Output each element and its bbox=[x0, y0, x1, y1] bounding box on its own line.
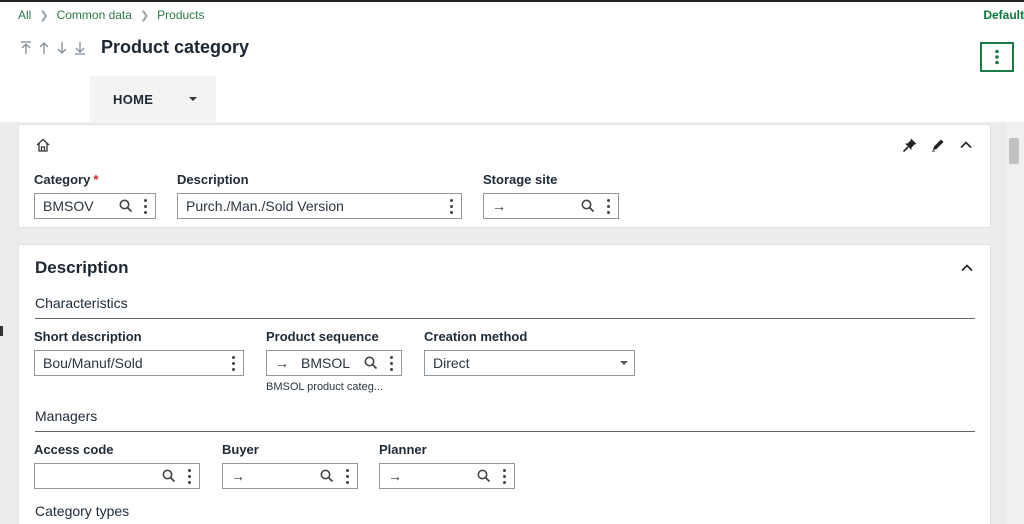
category-types-heading: Category types bbox=[35, 503, 130, 519]
more-actions-button[interactable] bbox=[980, 42, 1014, 72]
short-description-value: Bou/Manuf/Sold bbox=[43, 355, 143, 371]
planner-field[interactable]: → bbox=[379, 463, 515, 489]
caret-down-icon bbox=[620, 361, 628, 365]
default-link[interactable]: Default bbox=[983, 8, 1024, 22]
field-menu-icon[interactable] bbox=[448, 197, 454, 215]
arrow-right-icon: → bbox=[275, 355, 289, 371]
category-label: Category * bbox=[34, 172, 98, 187]
search-icon[interactable] bbox=[162, 469, 176, 483]
planner-label: Planner bbox=[379, 442, 427, 457]
pin-icon[interactable] bbox=[902, 137, 918, 153]
breadcrumb: All ❯ Common data ❯ Products bbox=[18, 8, 205, 22]
category-value: BMSOV bbox=[43, 198, 94, 214]
last-icon[interactable] bbox=[74, 40, 86, 56]
storage-site-label: Storage site bbox=[483, 172, 558, 187]
chevron-right-icon: ❯ bbox=[39, 9, 49, 22]
description-label: Description bbox=[177, 172, 249, 187]
creation-method-label: Creation method bbox=[424, 329, 528, 344]
field-menu-icon[interactable] bbox=[501, 467, 507, 485]
header-card: Category * BMSOV Description Purch./Man./… bbox=[18, 124, 991, 228]
field-menu-icon[interactable] bbox=[230, 354, 236, 372]
managers-heading: Managers bbox=[35, 408, 98, 424]
chevron-up-icon[interactable] bbox=[958, 137, 974, 153]
arrow-right-icon: → bbox=[492, 198, 506, 214]
product-sequence-value: BMSOL bbox=[301, 355, 351, 371]
search-icon[interactable] bbox=[320, 469, 334, 483]
vertical-scrollbar[interactable] bbox=[1006, 122, 1024, 524]
search-icon[interactable] bbox=[581, 199, 595, 213]
field-menu-icon[interactable] bbox=[186, 467, 192, 485]
search-icon[interactable] bbox=[477, 469, 491, 483]
creation-method-value: Direct bbox=[433, 355, 470, 371]
category-label-text: Category bbox=[34, 172, 91, 187]
edit-icon[interactable] bbox=[930, 137, 946, 153]
description-value: Purch./Man./Sold Version bbox=[186, 198, 344, 214]
caret-down-icon[interactable] bbox=[189, 97, 197, 101]
description-section: Description Characteristics Short descri… bbox=[18, 244, 991, 524]
access-code-label: Access code bbox=[34, 442, 114, 457]
divider bbox=[35, 431, 975, 432]
buyer-label: Buyer bbox=[222, 442, 259, 457]
storage-site-field[interactable]: → bbox=[483, 193, 619, 219]
arrow-right-icon: → bbox=[231, 468, 245, 484]
left-edge-marker bbox=[0, 326, 3, 336]
short-description-field[interactable]: Bou/Manuf/Sold bbox=[34, 350, 244, 376]
chevron-up-icon[interactable] bbox=[960, 261, 974, 275]
up-icon[interactable] bbox=[38, 40, 50, 56]
tab-home[interactable]: HOME bbox=[90, 76, 216, 123]
top-bar: All ❯ Common data ❯ Products Default Pro… bbox=[0, 0, 1024, 123]
card-tools bbox=[902, 137, 974, 153]
breadcrumb-common-data[interactable]: Common data bbox=[57, 8, 132, 22]
first-icon[interactable] bbox=[20, 40, 32, 56]
arrow-right-icon: → bbox=[388, 468, 402, 484]
record-navigation bbox=[20, 40, 86, 56]
section-title: Description bbox=[35, 258, 129, 277]
down-icon[interactable] bbox=[56, 40, 68, 56]
required-marker: * bbox=[93, 172, 99, 187]
field-menu-icon[interactable] bbox=[344, 467, 350, 485]
tab-home-label: HOME bbox=[113, 92, 154, 107]
characteristics-heading: Characteristics bbox=[35, 295, 128, 311]
product-sequence-label: Product sequence bbox=[266, 329, 379, 344]
page-title: Product category bbox=[101, 37, 250, 57]
breadcrumb-all[interactable]: All bbox=[18, 8, 31, 22]
field-menu-icon[interactable] bbox=[605, 197, 611, 215]
home-icon[interactable] bbox=[35, 137, 51, 153]
search-icon[interactable] bbox=[119, 199, 133, 213]
field-menu-icon[interactable] bbox=[142, 197, 148, 215]
product-sequence-field[interactable]: → BMSOL bbox=[266, 350, 402, 376]
category-field[interactable]: BMSOV bbox=[34, 193, 156, 219]
chevron-right-icon: ❯ bbox=[139, 9, 150, 22]
buyer-field[interactable]: → bbox=[222, 463, 358, 489]
breadcrumb-products[interactable]: Products bbox=[157, 8, 204, 22]
creation-method-select[interactable]: Direct bbox=[424, 350, 635, 376]
scrollbar-thumb[interactable] bbox=[1009, 138, 1019, 164]
field-menu-icon[interactable] bbox=[388, 354, 394, 372]
access-code-field[interactable] bbox=[34, 463, 200, 489]
search-icon[interactable] bbox=[364, 356, 378, 370]
more-vertical-icon bbox=[995, 49, 999, 65]
product-sequence-hint: BMSOL product categ... bbox=[266, 381, 383, 393]
description-field[interactable]: Purch./Man./Sold Version bbox=[177, 193, 462, 219]
divider bbox=[35, 318, 975, 319]
short-description-label: Short description bbox=[34, 329, 142, 344]
